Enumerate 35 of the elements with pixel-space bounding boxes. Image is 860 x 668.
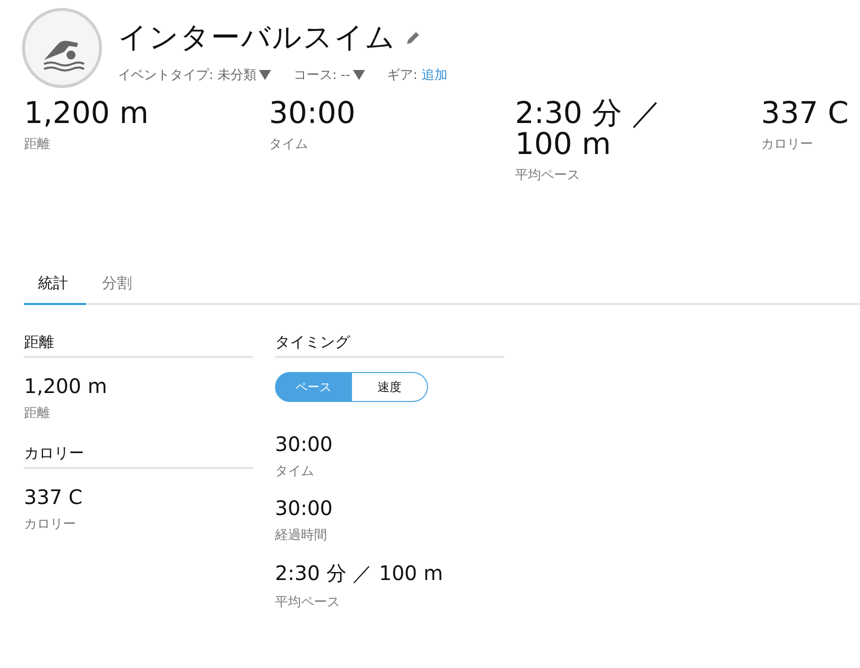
toggle-option[interactable]: 速度 — [352, 372, 428, 402]
stat-label: カロリー — [24, 516, 77, 533]
section-heading: 距離 — [24, 333, 253, 358]
stat-value: 337 C — [24, 485, 84, 509]
summary-label: カロリー — [761, 136, 814, 153]
meta-label: イベントタイプ: — [118, 67, 214, 84]
stat-value: 2:30 分 ／ 100 m — [275, 560, 444, 587]
summary-value: 1,200 m — [24, 98, 150, 129]
section-heading: カロリー — [24, 444, 253, 469]
activity-title: インターバルスイム — [118, 19, 396, 56]
stat-label: 経過時間 — [275, 527, 328, 544]
summary-value: 30:00 — [269, 98, 356, 129]
summary-value: 337 C — [761, 98, 850, 129]
tab[interactable]: 統計 — [24, 268, 86, 305]
caret-icon — [353, 70, 366, 80]
meta-dropdown[interactable]: 未分類 — [217, 66, 272, 84]
tab[interactable]: 分割 — [86, 268, 148, 305]
caret-icon — [259, 70, 272, 80]
stat-value: 1,200 m — [24, 374, 108, 398]
add-link[interactable]: 追加 — [422, 66, 448, 84]
section-heading: タイミング — [275, 333, 504, 358]
meta-label: コース: — [293, 67, 337, 84]
meta-label: ギア: — [387, 67, 418, 84]
stat-value: 30:00 — [275, 496, 334, 520]
stat-value: 30:00 — [275, 432, 334, 456]
pencil-icon[interactable] — [406, 31, 420, 45]
summary-label: タイム — [269, 136, 309, 153]
summary-value: 2:30 分 ／ 100 m — [515, 98, 662, 160]
summary-label: 距離 — [24, 136, 51, 153]
meta-dropdown[interactable]: -- — [340, 68, 366, 82]
swimmer-icon — [22, 8, 102, 88]
stat-label: 距離 — [24, 405, 51, 422]
stat-label: 平均ペース — [275, 594, 341, 611]
summary-label: 平均ペース — [515, 167, 581, 184]
stat-label: タイム — [275, 463, 315, 480]
